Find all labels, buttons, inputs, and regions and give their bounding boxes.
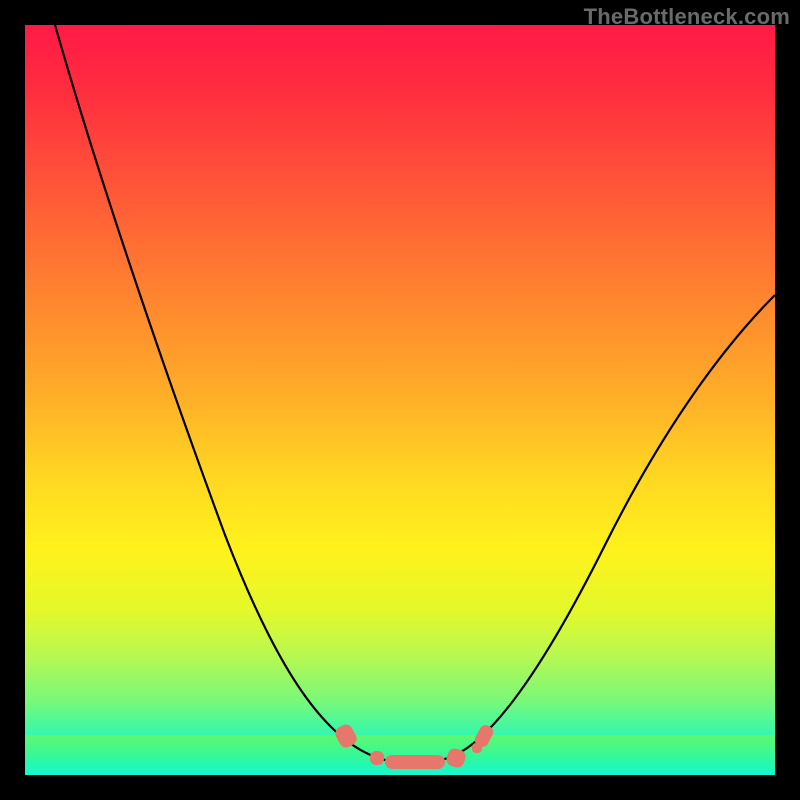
plot-area bbox=[25, 25, 775, 775]
chart-frame: TheBottleneck.com bbox=[0, 0, 800, 800]
bottleneck-curve bbox=[25, 25, 775, 775]
marker-point bbox=[370, 751, 384, 765]
watermark-text: TheBottleneck.com bbox=[584, 4, 790, 30]
marker-point bbox=[385, 755, 445, 769]
marker-point bbox=[472, 743, 482, 753]
curve-path bbox=[55, 25, 775, 763]
